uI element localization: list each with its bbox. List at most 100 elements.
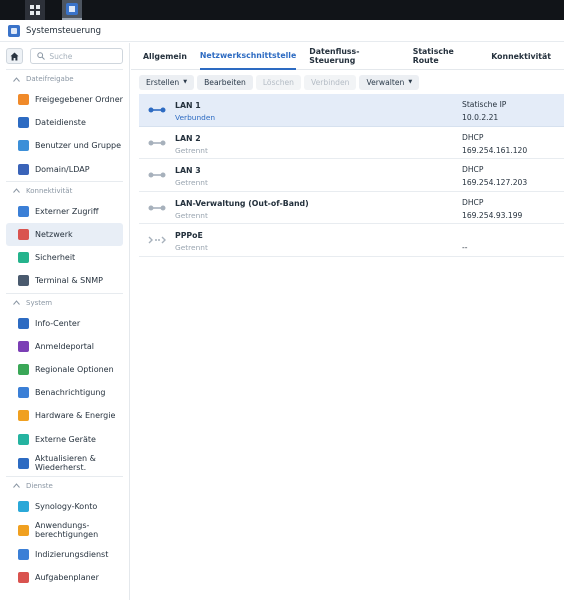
domain-icon: [18, 163, 29, 175]
manage-button[interactable]: Verwalten ▼: [359, 74, 420, 90]
tab-statische-route[interactable]: Statische Route: [413, 43, 479, 70]
interface-ip: 169.254.161.120: [462, 145, 528, 155]
delete-button[interactable]: Löschen: [255, 74, 302, 90]
sidebar-item-label: Aufgabenplaner: [35, 573, 99, 583]
interface-list: LAN 1 Verbunden Statische IP 10.0.2.21 LAN 2…: [139, 94, 564, 257]
caret-down-icon: ▼: [183, 79, 188, 85]
lan-icon: [148, 169, 166, 181]
search-input[interactable]: [49, 51, 120, 61]
sidebar: Dateifreigabe Freigegebener Ordner Dateidi…: [0, 43, 130, 600]
window-titlebar: Systemsteuerung: [0, 20, 564, 42]
sidebar-section-header[interactable]: Dienste: [0, 477, 129, 495]
sidebar-item-label: Aktualisieren & Wiederherst.: [35, 453, 96, 473]
sidebar-item-info-center[interactable]: Info-Center: [6, 312, 123, 335]
main-panel: Allgemein Netzwerkschnittstelle Datenflu…: [131, 43, 564, 600]
file-services-icon: [18, 117, 29, 129]
interface-ip: 10.0.2.21: [462, 113, 499, 122]
tab-netzwerkschnittstelle[interactable]: Netzwerkschnittstelle: [199, 43, 297, 70]
connect-button[interactable]: Verbinden: [304, 74, 357, 90]
sidebar-item-label: Freigegebener Ordner: [35, 95, 123, 105]
sidebar-item-anmeldeportal[interactable]: Anmeldeportal: [6, 335, 123, 358]
account-icon: [18, 500, 29, 512]
grid-icon: [30, 5, 40, 15]
index-icon: [18, 548, 29, 560]
sidebar-section-label: Dateifreigabe: [26, 75, 74, 83]
sidebar-sections: Dateifreigabe Freigegebener Ordner Dateidi…: [0, 70, 129, 589]
sidebar-item-label: Hardware & Energie: [35, 411, 116, 421]
control-panel-icon: [8, 24, 20, 37]
sidebar-item-label: Benachrichtigung: [35, 388, 106, 398]
interface-name: PPPoE: [175, 231, 203, 240]
sidebar-item-domain-ldap[interactable]: Domain/LDAP: [6, 158, 123, 181]
sidebar-item-aufgabenplaner[interactable]: Aufgabenplaner: [6, 566, 123, 589]
sidebar-item-externe-geräte[interactable]: Externe Geräte: [6, 427, 123, 450]
power-icon: [18, 410, 29, 422]
sidebar-top: [0, 43, 129, 69]
sidebar-item-label: Regionale Optionen: [35, 364, 114, 374]
interface-ip: 169.254.127.203: [462, 178, 528, 187]
interface-type: DHCP: [462, 165, 484, 174]
sidebar-item-label: Dateidienste: [35, 118, 86, 128]
sidebar-item-label: Info-Center: [35, 318, 81, 328]
users-icon: [18, 140, 29, 152]
interface-row[interactable]: LAN-Verwaltung (Out-of-Band) Getrennt DHCP…: [139, 192, 564, 224]
interface-row[interactable]: PPPoE Getrennt --: [139, 224, 564, 257]
sidebar-item-freigegebener-ordner[interactable]: Freigegebener Ordner: [6, 88, 123, 111]
edit-button[interactable]: Bearbeiten: [197, 74, 253, 90]
tab-allgemein[interactable]: Allgemein: [143, 43, 187, 70]
sidebar-section-header[interactable]: Dateifreigabe: [0, 70, 129, 88]
interface-type: Statische IP: [462, 100, 507, 109]
search-box[interactable]: [30, 48, 123, 64]
home-button[interactable]: [6, 48, 24, 64]
sidebar-item-sicherheit[interactable]: Sicherheit: [6, 246, 123, 269]
tab-datenfluss-steuerung[interactable]: Datenfluss-Steuerung: [309, 43, 399, 70]
main-menu-button[interactable]: [25, 0, 45, 20]
sidebar-section-header[interactable]: Konnektivität: [0, 182, 129, 200]
sidebar-section-header[interactable]: System: [0, 294, 129, 312]
create-button[interactable]: Erstellen ▼: [139, 74, 195, 90]
interface-status: Getrennt: [175, 210, 208, 220]
sidebar-item-label: Synology-Konto: [35, 501, 98, 511]
sidebar-item-label: Benutzer und Gruppe: [35, 141, 122, 151]
lan-icon: [148, 202, 166, 214]
interface-name: LAN 2: [175, 133, 201, 143]
sidebar-item-benutzer-und-gruppe[interactable]: Benutzer und Gruppe: [6, 134, 123, 157]
taskbar: [0, 0, 564, 20]
interface-ip: --: [462, 243, 468, 252]
sidebar-item-indizierungsdienst[interactable]: Indizierungsdienst: [6, 543, 123, 566]
interface-type: DHCP: [462, 132, 484, 142]
sidebar-item-externer-zugriff[interactable]: Externer Zugriff: [6, 200, 123, 223]
interface-status: Getrennt: [175, 243, 208, 252]
sidebar-item-hardware-energie[interactable]: Hardware & Energie: [6, 404, 123, 427]
sidebar-item-netzwerk[interactable]: Netzwerk: [6, 222, 123, 247]
interface-row[interactable]: LAN 3 Getrennt DHCP 169.254.127.203: [139, 159, 564, 192]
interface-row[interactable]: LAN 1 Verbunden Statische IP 10.0.2.21: [139, 94, 564, 127]
sidebar-item-regionale-optionen[interactable]: Regionale Optionen: [6, 358, 123, 381]
sidebar-item-anwendungs-berechtigungen[interactable]: Anwendungs-berechtigungen: [6, 518, 123, 543]
interface-row[interactable]: LAN 2 Getrennt DHCP 169.254.161.120: [139, 127, 564, 159]
external-access-icon: [18, 205, 29, 217]
sidebar-item-benachrichtigung[interactable]: Benachrichtigung: [6, 381, 123, 404]
tab-konnektivitaet[interactable]: Konnektivität: [491, 43, 551, 70]
manage-button-label: Verwalten: [366, 77, 405, 87]
lan-icon: [148, 137, 166, 149]
delete-button-label: Löschen: [262, 77, 295, 87]
sidebar-item-label: Externe Geräte: [35, 434, 96, 444]
info-icon: [18, 317, 29, 329]
chevron-up-icon: [12, 188, 21, 194]
caret-down-icon: ▼: [408, 79, 413, 85]
sidebar-item-dateidienste[interactable]: Dateidienste: [6, 111, 123, 134]
interface-name: LAN-Verwaltung (Out-of-Band): [175, 198, 309, 208]
interface-status: Verbunden: [175, 113, 216, 122]
portal-icon: [18, 340, 29, 352]
control-panel-icon: [66, 3, 78, 15]
search-icon: [37, 52, 46, 60]
taskbar-control-panel-button[interactable]: [62, 0, 82, 20]
sidebar-item-label: Anmeldeportal: [35, 341, 95, 351]
sidebar-item-label: Sicherheit: [35, 253, 76, 263]
sidebar-item-aktualisieren-wiederherst[interactable]: Aktualisieren & Wiederherst.: [6, 451, 123, 476]
folder-icon: [18, 94, 29, 106]
sidebar-item-synology-konto[interactable]: Synology-Konto: [6, 495, 123, 518]
notification-icon: [18, 387, 29, 399]
sidebar-item-terminal-snmp[interactable]: Terminal & SNMP: [6, 269, 123, 292]
